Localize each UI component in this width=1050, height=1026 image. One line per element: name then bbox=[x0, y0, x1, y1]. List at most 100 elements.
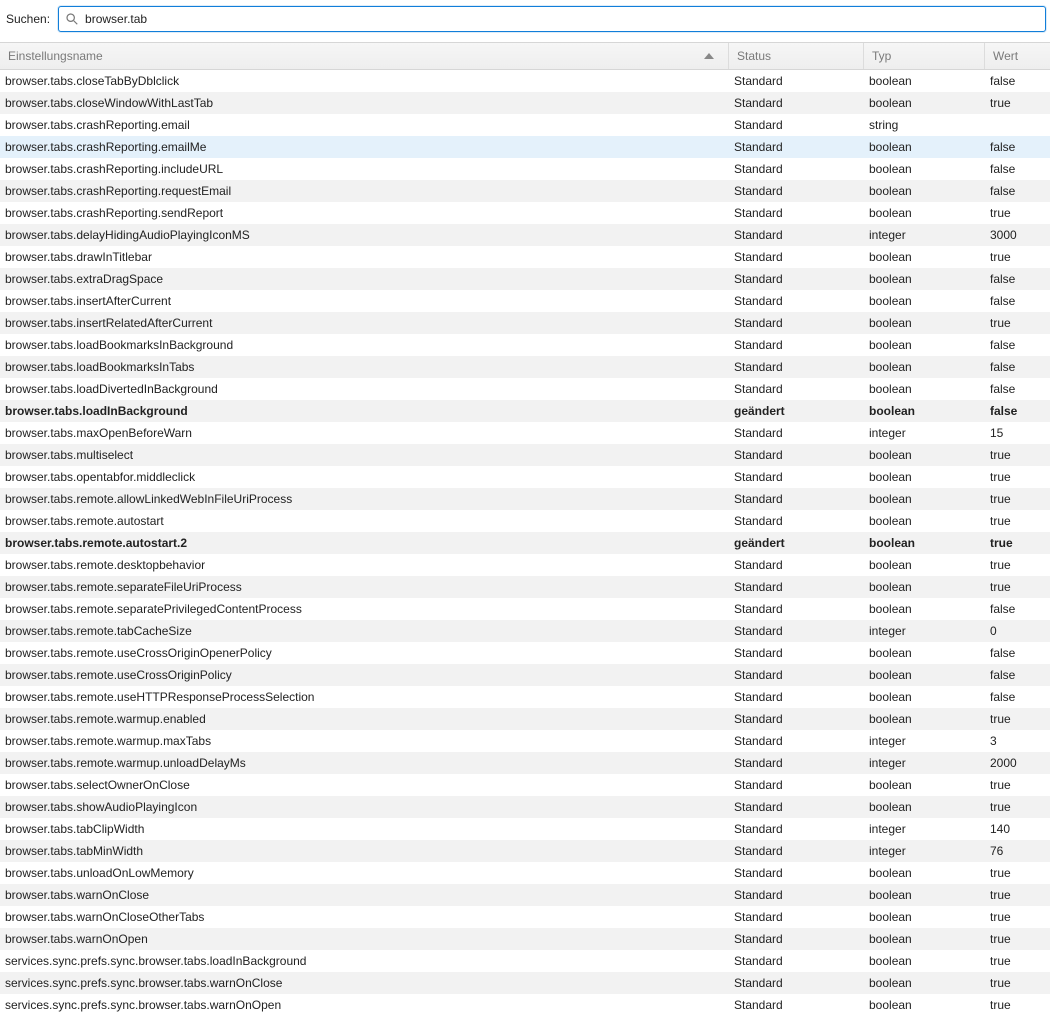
search-input[interactable] bbox=[83, 7, 1039, 31]
table-row[interactable]: browser.tabs.warnOnCloseStandardbooleant… bbox=[0, 884, 1050, 906]
table-row[interactable]: browser.tabs.opentabfor.middleclickStand… bbox=[0, 466, 1050, 488]
pref-cell-status: Standard bbox=[729, 866, 864, 880]
pref-cell-value: true bbox=[985, 514, 1050, 528]
pref-cell-name: browser.tabs.maxOpenBeforeWarn bbox=[0, 426, 729, 440]
pref-cell-value: true bbox=[985, 316, 1050, 330]
pref-cell-value: true bbox=[985, 778, 1050, 792]
table-row[interactable]: browser.tabs.remote.warmup.maxTabsStanda… bbox=[0, 730, 1050, 752]
table-row[interactable]: browser.tabs.remote.desktopbehaviorStand… bbox=[0, 554, 1050, 576]
table-row[interactable]: browser.tabs.loadBookmarksInBackgroundSt… bbox=[0, 334, 1050, 356]
table-row[interactable]: browser.tabs.loadInBackgroundgeändertboo… bbox=[0, 400, 1050, 422]
column-header-value-label: Wert bbox=[993, 49, 1018, 63]
pref-cell-value: true bbox=[985, 580, 1050, 594]
pref-cell-value: true bbox=[985, 250, 1050, 264]
table-row[interactable]: browser.tabs.remote.separateFileUriProce… bbox=[0, 576, 1050, 598]
pref-cell-status: Standard bbox=[729, 800, 864, 814]
pref-cell-name: browser.tabs.showAudioPlayingIcon bbox=[0, 800, 729, 814]
pref-cell-value: 140 bbox=[985, 822, 1050, 836]
pref-cell-name: browser.tabs.insertRelatedAfterCurrent bbox=[0, 316, 729, 330]
pref-cell-status: Standard bbox=[729, 272, 864, 286]
column-header-name-label: Einstellungsname bbox=[8, 49, 103, 63]
table-row[interactable]: browser.tabs.unloadOnLowMemoryStandardbo… bbox=[0, 862, 1050, 884]
pref-cell-status: Standard bbox=[729, 998, 864, 1012]
table-row[interactable]: browser.tabs.remote.warmup.enabledStanda… bbox=[0, 708, 1050, 730]
pref-cell-name: browser.tabs.loadInBackground bbox=[0, 404, 729, 418]
pref-cell-type: boolean bbox=[864, 316, 985, 330]
table-row[interactable]: browser.tabs.remote.useHTTPResponseProce… bbox=[0, 686, 1050, 708]
pref-cell-type: boolean bbox=[864, 712, 985, 726]
table-row[interactable]: browser.tabs.warnOnCloseOtherTabsStandar… bbox=[0, 906, 1050, 928]
pref-cell-name: browser.tabs.remote.useCrossOriginOpener… bbox=[0, 646, 729, 660]
table-row[interactable]: browser.tabs.crashReporting.requestEmail… bbox=[0, 180, 1050, 202]
pref-cell-value: true bbox=[985, 954, 1050, 968]
table-row[interactable]: browser.tabs.crashReporting.includeURLSt… bbox=[0, 158, 1050, 180]
table-row[interactable]: browser.tabs.multiselectStandardbooleant… bbox=[0, 444, 1050, 466]
table-row[interactable]: browser.tabs.closeTabByDblclickStandardb… bbox=[0, 70, 1050, 92]
pref-cell-status: Standard bbox=[729, 426, 864, 440]
pref-cell-value: false bbox=[985, 74, 1050, 88]
table-row[interactable]: browser.tabs.remote.autostartStandardboo… bbox=[0, 510, 1050, 532]
table-row[interactable]: browser.tabs.showAudioPlayingIconStandar… bbox=[0, 796, 1050, 818]
table-row[interactable]: browser.tabs.insertAfterCurrentStandardb… bbox=[0, 290, 1050, 312]
pref-cell-status: Standard bbox=[729, 734, 864, 748]
pref-cell-type: boolean bbox=[864, 272, 985, 286]
pref-cell-value: false bbox=[985, 140, 1050, 154]
table-row[interactable]: browser.tabs.remote.useCrossOriginOpener… bbox=[0, 642, 1050, 664]
pref-cell-status: Standard bbox=[729, 96, 864, 110]
pref-cell-status: Standard bbox=[729, 470, 864, 484]
pref-cell-status: Standard bbox=[729, 558, 864, 572]
pref-cell-type: boolean bbox=[864, 668, 985, 682]
table-row[interactable]: services.sync.prefs.sync.browser.tabs.wa… bbox=[0, 994, 1050, 1016]
table-row[interactable]: browser.tabs.maxOpenBeforeWarnStandardin… bbox=[0, 422, 1050, 444]
table-row[interactable]: browser.tabs.selectOwnerOnCloseStandardb… bbox=[0, 774, 1050, 796]
column-header-status[interactable]: Status bbox=[729, 43, 864, 69]
pref-cell-status: Standard bbox=[729, 712, 864, 726]
pref-cell-type: integer bbox=[864, 624, 985, 638]
pref-cell-value: true bbox=[985, 206, 1050, 220]
pref-cell-status: Standard bbox=[729, 514, 864, 528]
table-row[interactable]: services.sync.prefs.sync.browser.tabs.lo… bbox=[0, 950, 1050, 972]
table-row[interactable]: browser.tabs.remote.warmup.unloadDelayMs… bbox=[0, 752, 1050, 774]
table-row[interactable]: browser.tabs.delayHidingAudioPlayingIcon… bbox=[0, 224, 1050, 246]
table-row[interactable]: browser.tabs.crashReporting.emailStandar… bbox=[0, 114, 1050, 136]
table-row[interactable]: browser.tabs.tabMinWidthStandardinteger7… bbox=[0, 840, 1050, 862]
pref-cell-status: Standard bbox=[729, 184, 864, 198]
column-header-name[interactable]: Einstellungsname bbox=[0, 43, 729, 69]
table-row[interactable]: browser.tabs.insertRelatedAfterCurrentSt… bbox=[0, 312, 1050, 334]
search-box[interactable] bbox=[58, 6, 1046, 32]
pref-cell-value: true bbox=[985, 866, 1050, 880]
table-row[interactable]: browser.tabs.crashReporting.emailMeStand… bbox=[0, 136, 1050, 158]
pref-cell-value: false bbox=[985, 338, 1050, 352]
pref-cell-type: integer bbox=[864, 756, 985, 770]
table-row[interactable]: services.sync.prefs.sync.browser.tabs.wa… bbox=[0, 972, 1050, 994]
table-row[interactable]: browser.tabs.remote.separatePrivilegedCo… bbox=[0, 598, 1050, 620]
pref-cell-value: true bbox=[985, 976, 1050, 990]
pref-cell-status: Standard bbox=[729, 316, 864, 330]
table-row[interactable]: browser.tabs.extraDragSpaceStandardboole… bbox=[0, 268, 1050, 290]
pref-cell-name: browser.tabs.delayHidingAudioPlayingIcon… bbox=[0, 228, 729, 242]
pref-cell-name: browser.tabs.multiselect bbox=[0, 448, 729, 462]
pref-cell-status: Standard bbox=[729, 250, 864, 264]
pref-cell-type: string bbox=[864, 118, 985, 132]
pref-cell-status: geändert bbox=[729, 536, 864, 550]
pref-cell-value: false bbox=[985, 602, 1050, 616]
table-row[interactable]: browser.tabs.loadDivertedInBackgroundSta… bbox=[0, 378, 1050, 400]
pref-cell-value: true bbox=[985, 448, 1050, 462]
column-header-value[interactable]: Wert bbox=[985, 43, 1050, 69]
table-row[interactable]: browser.tabs.remote.useCrossOriginPolicy… bbox=[0, 664, 1050, 686]
table-row[interactable]: browser.tabs.crashReporting.sendReportSt… bbox=[0, 202, 1050, 224]
table-row[interactable]: browser.tabs.closeWindowWithLastTabStand… bbox=[0, 92, 1050, 114]
pref-cell-name: browser.tabs.insertAfterCurrent bbox=[0, 294, 729, 308]
pref-cell-status: Standard bbox=[729, 74, 864, 88]
pref-cell-status: Standard bbox=[729, 822, 864, 836]
table-row[interactable]: browser.tabs.remote.allowLinkedWebInFile… bbox=[0, 488, 1050, 510]
table-row[interactable]: browser.tabs.remote.tabCacheSizeStandard… bbox=[0, 620, 1050, 642]
table-row[interactable]: browser.tabs.warnOnOpenStandardbooleantr… bbox=[0, 928, 1050, 950]
table-row[interactable]: browser.tabs.remote.autostart.2geändertb… bbox=[0, 532, 1050, 554]
pref-cell-type: boolean bbox=[864, 602, 985, 616]
pref-cell-name: services.sync.prefs.sync.browser.tabs.wa… bbox=[0, 976, 729, 990]
table-row[interactable]: browser.tabs.loadBookmarksInTabsStandard… bbox=[0, 356, 1050, 378]
table-row[interactable]: browser.tabs.drawInTitlebarStandardboole… bbox=[0, 246, 1050, 268]
column-header-type[interactable]: Typ bbox=[864, 43, 985, 69]
table-row[interactable]: browser.tabs.tabClipWidthStandardinteger… bbox=[0, 818, 1050, 840]
